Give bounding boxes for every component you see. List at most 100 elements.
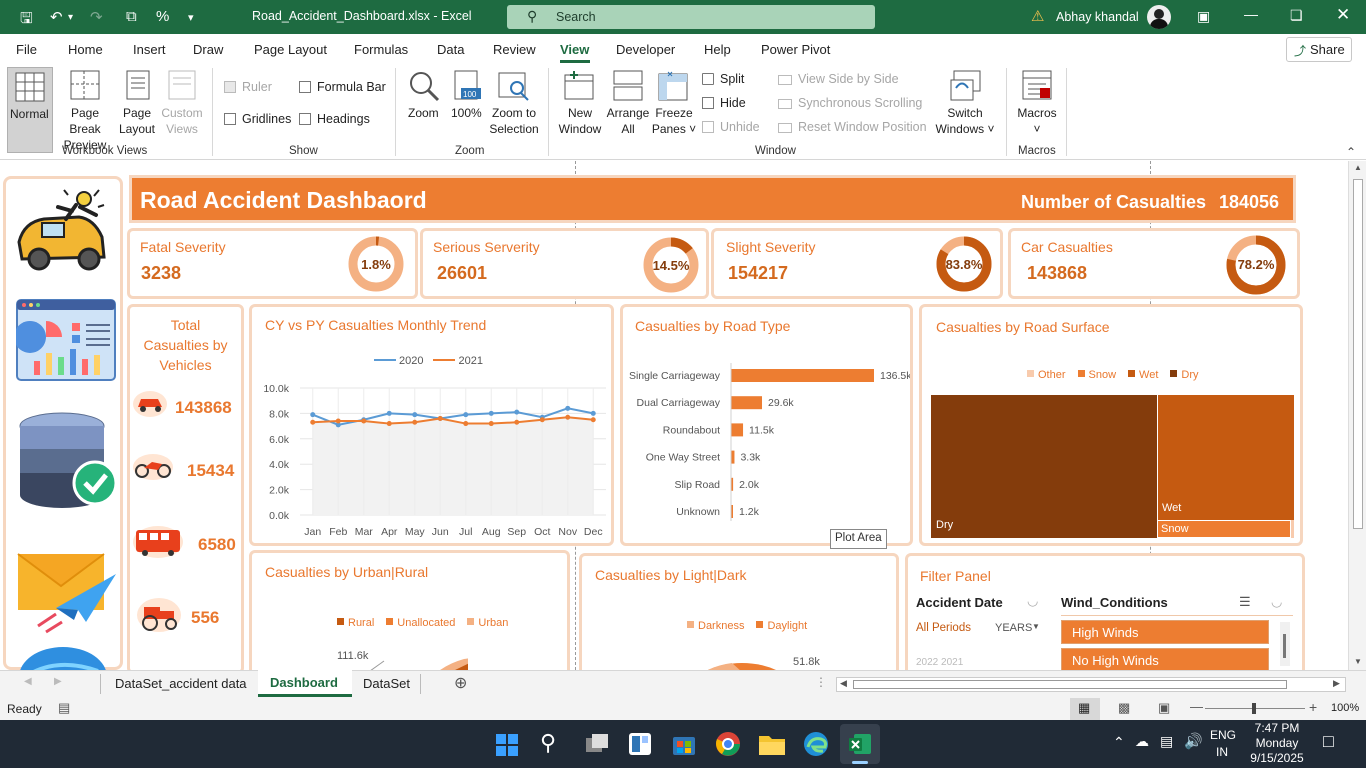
- headings-checkbox[interactable]: Headings: [299, 112, 370, 126]
- dashboard-report-icon[interactable]: [16, 299, 116, 381]
- prev-sheet-icon[interactable]: ◀: [24, 676, 32, 687]
- road-type-chart-card[interactable]: Casualties by Road Type Single Carriagew…: [620, 304, 913, 549]
- vehicles-card[interactable]: Total Casualties by Vehicles 143868 1543…: [127, 304, 244, 670]
- filter-panel[interactable]: Filter Panel Accident Date ◡ All Periods…: [905, 553, 1305, 670]
- tab-power-pivot[interactable]: Power Pivot: [761, 42, 830, 57]
- road-surface-card[interactable]: Casualties by Road Surface Other Snow Wet D…: [919, 304, 1303, 546]
- percent-icon[interactable]: %: [156, 8, 169, 25]
- years-dropdown[interactable]: YEARS: [995, 622, 1032, 634]
- normal-view-status-button[interactable]: ▦: [1070, 698, 1100, 720]
- scroll-thumb[interactable]: [1353, 179, 1363, 529]
- scroll-left-icon[interactable]: ◀: [840, 678, 847, 689]
- zoom-slider-thumb[interactable]: [1252, 703, 1256, 714]
- file-explorer-icon[interactable]: [758, 732, 786, 756]
- restore-icon[interactable]: ❏: [1290, 7, 1303, 24]
- gridlines-checkbox[interactable]: Gridlines: [224, 112, 291, 126]
- ribbon-display-icon[interactable]: ▣: [1197, 8, 1210, 25]
- windows-start-icon[interactable]: [496, 734, 518, 756]
- tab-view[interactable]: View: [560, 42, 589, 57]
- urban-rural-card[interactable]: Casualties by Urban|Rural Rural Unallocat…: [249, 550, 570, 670]
- edge-icon[interactable]: [803, 731, 829, 757]
- zoom-button[interactable]: Zoom: [404, 70, 444, 126]
- page-break-preview-button[interactable]: Page Break Preview: [54, 70, 116, 152]
- tab-help[interactable]: Help: [704, 42, 731, 57]
- kpi-card-serious[interactable]: Serious Serverity 26601 14.5%: [420, 228, 709, 299]
- kpi-card-fatal[interactable]: Fatal Severity 3238 1.8%: [127, 228, 418, 299]
- tab-home[interactable]: Home: [68, 42, 103, 57]
- undo-icon[interactable]: ↶: [50, 8, 63, 26]
- zoom-100-button[interactable]: 100 100%: [449, 70, 485, 126]
- zoom-out-icon[interactable]: —: [1190, 699, 1203, 714]
- task-view-icon[interactable]: [585, 733, 609, 755]
- vertical-scrollbar[interactable]: ▲ ▼: [1348, 161, 1366, 670]
- tab-formulas[interactable]: Formulas: [354, 42, 408, 57]
- formula-bar-checkbox[interactable]: Formula Bar: [299, 80, 386, 94]
- excel-taskbar-button[interactable]: [840, 724, 880, 764]
- database-check-icon[interactable]: [18, 411, 118, 511]
- copy-icon[interactable]: ⧉: [126, 8, 137, 25]
- avatar[interactable]: [1147, 5, 1171, 29]
- switch-windows-button[interactable]: Switch Windows ˅: [932, 70, 998, 140]
- chevron-up-icon[interactable]: ⌃: [1113, 734, 1125, 751]
- add-sheet-icon[interactable]: ⊕: [454, 673, 467, 693]
- notification-icon[interactable]: □: [1323, 731, 1334, 752]
- store-icon[interactable]: [671, 731, 697, 757]
- clear-filter-icon[interactable]: ◡: [1027, 593, 1038, 609]
- trend-chart-card[interactable]: CY vs PY Casualties Monthly Trend 2020 20…: [249, 304, 614, 546]
- collapse-ribbon-icon[interactable]: ⌃: [1346, 145, 1356, 159]
- tab-review[interactable]: Review: [493, 42, 536, 57]
- zoom-to-selection-button[interactable]: Zoom to Selection: [486, 70, 542, 140]
- clear-filter-icon[interactable]: ◡: [1271, 594, 1282, 610]
- volume-icon[interactable]: 🔊: [1184, 732, 1203, 750]
- user-name[interactable]: Abhay khandal: [1056, 10, 1139, 24]
- hscroll-thumb[interactable]: [853, 680, 1287, 689]
- slicer-scrollbar[interactable]: [1280, 622, 1290, 666]
- clock[interactable]: 7:47 PM Monday 9/15/2025: [1244, 721, 1310, 766]
- tab-data[interactable]: Data: [437, 42, 464, 57]
- network-icon[interactable]: ▤: [1160, 733, 1173, 750]
- save-icon[interactable]: 🖫: [20, 8, 33, 33]
- multi-select-icon[interactable]: ☰: [1239, 594, 1251, 610]
- taskbar-search-icon[interactable]: ⚲: [540, 730, 556, 756]
- region-indicator[interactable]: IN: [1216, 745, 1228, 759]
- macros-button[interactable]: Macros ˅: [1014, 70, 1060, 140]
- tab-draw[interactable]: Draw: [193, 42, 223, 57]
- zoom-in-icon[interactable]: +: [1309, 699, 1317, 715]
- page-layout-status-icon[interactable]: ▩: [1118, 700, 1130, 716]
- email-send-icon[interactable]: [16, 534, 120, 634]
- search-box[interactable]: ⚲ Search: [507, 5, 875, 29]
- tab-insert[interactable]: Insert: [133, 42, 166, 57]
- kpi-card-slight[interactable]: Slight Severity 154217 83.8%: [711, 228, 1003, 299]
- scroll-down-icon[interactable]: ▼: [1354, 657, 1362, 666]
- new-window-button[interactable]: New Window: [555, 70, 605, 140]
- tab-developer[interactable]: Developer: [616, 42, 675, 57]
- sheet-tab-dataset-accident[interactable]: DataSet_accident data: [115, 676, 247, 691]
- kpi-card-car[interactable]: Car Casualties 143868 78.2%: [1008, 228, 1300, 299]
- accident-icon[interactable]: [14, 187, 110, 277]
- horizontal-scrollbar[interactable]: ◀ ▶: [836, 677, 1346, 692]
- slicer-item-high-winds[interactable]: High Winds: [1061, 620, 1269, 644]
- zoom-percentage[interactable]: 100%: [1331, 702, 1359, 714]
- arrange-all-button[interactable]: Arrange All: [605, 70, 651, 140]
- tab-split-handle[interactable]: ⋮: [815, 675, 827, 689]
- split-button[interactable]: Split: [702, 72, 744, 86]
- hide-button[interactable]: Hide: [702, 96, 746, 110]
- widgets-icon[interactable]: [628, 732, 652, 756]
- scroll-right-icon[interactable]: ▶: [1333, 678, 1340, 689]
- language-indicator[interactable]: ENG: [1210, 728, 1236, 742]
- light-dark-card[interactable]: Casualties by Light|Dark Darkness Dayligh…: [579, 553, 899, 670]
- minimize-icon[interactable]: —: [1244, 6, 1258, 22]
- cloud-icon[interactable]: ☁: [1135, 733, 1149, 750]
- customize-toolbar-icon[interactable]: ▾: [188, 11, 194, 24]
- sheet-tab-dataset[interactable]: DataSet: [363, 676, 410, 691]
- normal-view-button[interactable]: Normal: [7, 67, 53, 153]
- share-button[interactable]: ⤴ Share: [1286, 37, 1352, 62]
- chevron-down-icon[interactable]: ▼: [1032, 622, 1040, 631]
- undo-dropdown-icon[interactable]: ▾: [68, 12, 73, 23]
- accessibility-icon[interactable]: ▤: [58, 700, 70, 716]
- tab-file[interactable]: File: [16, 42, 37, 57]
- freeze-panes-button[interactable]: Freeze Panes ˅: [651, 70, 697, 140]
- globe-icon[interactable]: [18, 647, 108, 670]
- sheet-tab-dashboard[interactable]: Dashboard: [258, 670, 352, 697]
- chrome-icon[interactable]: [715, 731, 741, 757]
